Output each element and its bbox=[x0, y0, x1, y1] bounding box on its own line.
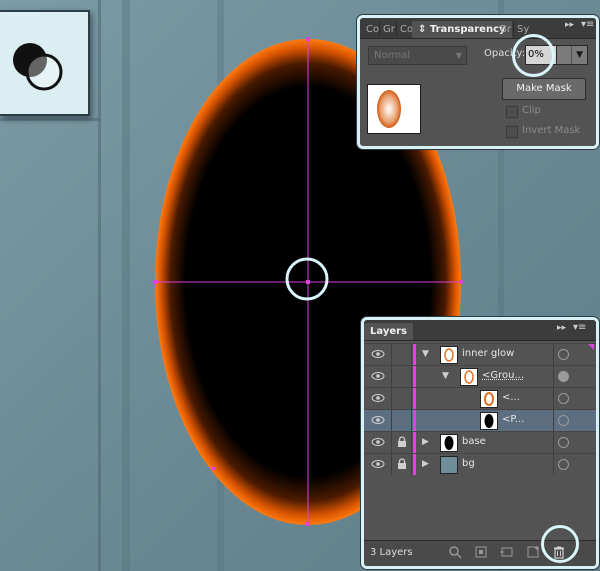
layer-color-bar bbox=[413, 410, 416, 431]
layer-color-bar bbox=[413, 454, 416, 475]
invert-mask-checkbox[interactable] bbox=[506, 126, 518, 138]
layer-thumbnail bbox=[480, 390, 498, 408]
expand-triangle-icon[interactable]: ▶ bbox=[422, 459, 429, 469]
panel-menu-icon[interactable]: ▾≡ bbox=[573, 322, 586, 333]
lock-icon[interactable] bbox=[397, 458, 407, 470]
invert-mask-label: Invert Mask bbox=[522, 125, 581, 136]
eye-icon[interactable] bbox=[371, 414, 385, 426]
layer-name[interactable]: bg bbox=[462, 458, 475, 469]
layer-name[interactable]: <... bbox=[502, 392, 520, 403]
transparency-tab-arrows-icon: ⇕ bbox=[418, 24, 427, 35]
layers-panel: Layers ▸▸ ▾≡ ▼ inner glow ▼ <Grou... <..… bbox=[361, 317, 599, 569]
layer-color-bar bbox=[413, 432, 416, 453]
layer-row-path-glow[interactable]: <... bbox=[364, 387, 596, 409]
tab-gradient[interactable]: Gr bbox=[383, 21, 395, 38]
layer-row-bg[interactable]: ▶ bg bbox=[364, 453, 596, 475]
target-circle-icon[interactable] bbox=[558, 371, 569, 382]
selection-corner-icon bbox=[588, 344, 594, 350]
layer-count: 3 Layers bbox=[370, 547, 413, 558]
clipping-mask-icon[interactable] bbox=[474, 545, 488, 559]
locate-object-icon[interactable] bbox=[448, 545, 462, 559]
clip-label: Clip bbox=[522, 105, 541, 116]
layer-color-bar bbox=[413, 388, 416, 409]
new-layer-icon[interactable] bbox=[526, 545, 540, 559]
trash-highlight-ring bbox=[541, 525, 579, 563]
tab-transparency-label: Transparency bbox=[429, 24, 506, 35]
blend-mode-select[interactable]: Normal ▼ bbox=[368, 46, 467, 65]
opacity-highlight-ring bbox=[512, 34, 555, 77]
clip-checkbox[interactable] bbox=[506, 106, 518, 118]
chevron-down-icon: ▼ bbox=[455, 51, 462, 60]
layer-thumbnail bbox=[480, 412, 498, 430]
layer-thumbnail bbox=[440, 434, 458, 452]
expand-triangle-icon[interactable]: ▼ bbox=[422, 349, 429, 359]
layer-name[interactable]: base bbox=[462, 436, 486, 447]
panel-menu-icon[interactable]: ▾≡ bbox=[581, 19, 594, 30]
layer-color-bar bbox=[413, 366, 416, 387]
target-circle-icon[interactable] bbox=[558, 459, 569, 470]
layer-row-path-black[interactable]: <P... bbox=[364, 409, 596, 431]
object-thumbnail[interactable] bbox=[367, 84, 421, 134]
layer-name[interactable]: inner glow bbox=[462, 348, 514, 359]
collapse-panel-icon[interactable]: ▸▸ bbox=[557, 323, 566, 333]
chevron-down-icon: ▼ bbox=[576, 50, 583, 60]
transparency-icon bbox=[13, 43, 63, 91]
layer-thumbnail bbox=[440, 346, 458, 364]
tab-transparency[interactable]: ⇕ Transparency bbox=[412, 21, 512, 38]
blend-mode-value: Normal bbox=[374, 50, 411, 61]
expand-triangle-icon[interactable]: ▼ bbox=[442, 371, 449, 381]
layer-row-inner-glow[interactable]: ▼ inner glow bbox=[364, 343, 596, 365]
make-mask-button[interactable]: Make Mask bbox=[502, 78, 586, 100]
target-circle-icon[interactable] bbox=[558, 393, 569, 404]
layer-row-group[interactable]: ▼ <Grou... bbox=[364, 365, 596, 387]
target-circle-icon[interactable] bbox=[558, 415, 569, 426]
collapse-panel-icon[interactable]: ▸▸ bbox=[565, 20, 574, 30]
transparency-panel: Co Gr Co ⇕ Transparency Br Sy ▸▸ ▾≡ Norm… bbox=[357, 15, 599, 149]
layer-thumbnail bbox=[460, 368, 478, 386]
eye-icon[interactable] bbox=[371, 392, 385, 404]
new-sublayer-icon[interactable] bbox=[500, 545, 514, 559]
opacity-stepper[interactable] bbox=[557, 46, 572, 64]
transparency-icon-card bbox=[0, 10, 90, 116]
tab-brushes[interactable]: Br bbox=[500, 21, 511, 38]
layer-name[interactable]: <P... bbox=[502, 414, 524, 425]
eye-icon[interactable] bbox=[371, 436, 385, 448]
tab-layers[interactable]: Layers bbox=[364, 323, 413, 340]
layer-thumbnail bbox=[440, 456, 458, 474]
opacity-dropdown[interactable]: ▼ bbox=[556, 45, 588, 65]
layer-name[interactable]: <Grou... bbox=[482, 370, 524, 381]
layers-tabbar: Layers ▸▸ ▾≡ bbox=[364, 320, 596, 341]
target-circle-icon[interactable] bbox=[558, 437, 569, 448]
layer-color-bar bbox=[413, 344, 416, 365]
target-circle-icon[interactable] bbox=[558, 349, 569, 360]
ellipse-thumbnail-icon bbox=[377, 90, 401, 128]
transparency-tabbar: Co Gr Co ⇕ Transparency Br Sy ▸▸ ▾≡ bbox=[360, 18, 596, 39]
tab-color[interactable]: Co bbox=[366, 21, 379, 38]
eye-icon[interactable] bbox=[371, 370, 385, 382]
eye-icon[interactable] bbox=[371, 458, 385, 470]
expand-triangle-icon[interactable]: ▶ bbox=[422, 437, 429, 447]
eye-icon[interactable] bbox=[371, 348, 385, 360]
lock-icon[interactable] bbox=[397, 436, 407, 448]
layer-row-base[interactable]: ▶ base bbox=[364, 431, 596, 453]
